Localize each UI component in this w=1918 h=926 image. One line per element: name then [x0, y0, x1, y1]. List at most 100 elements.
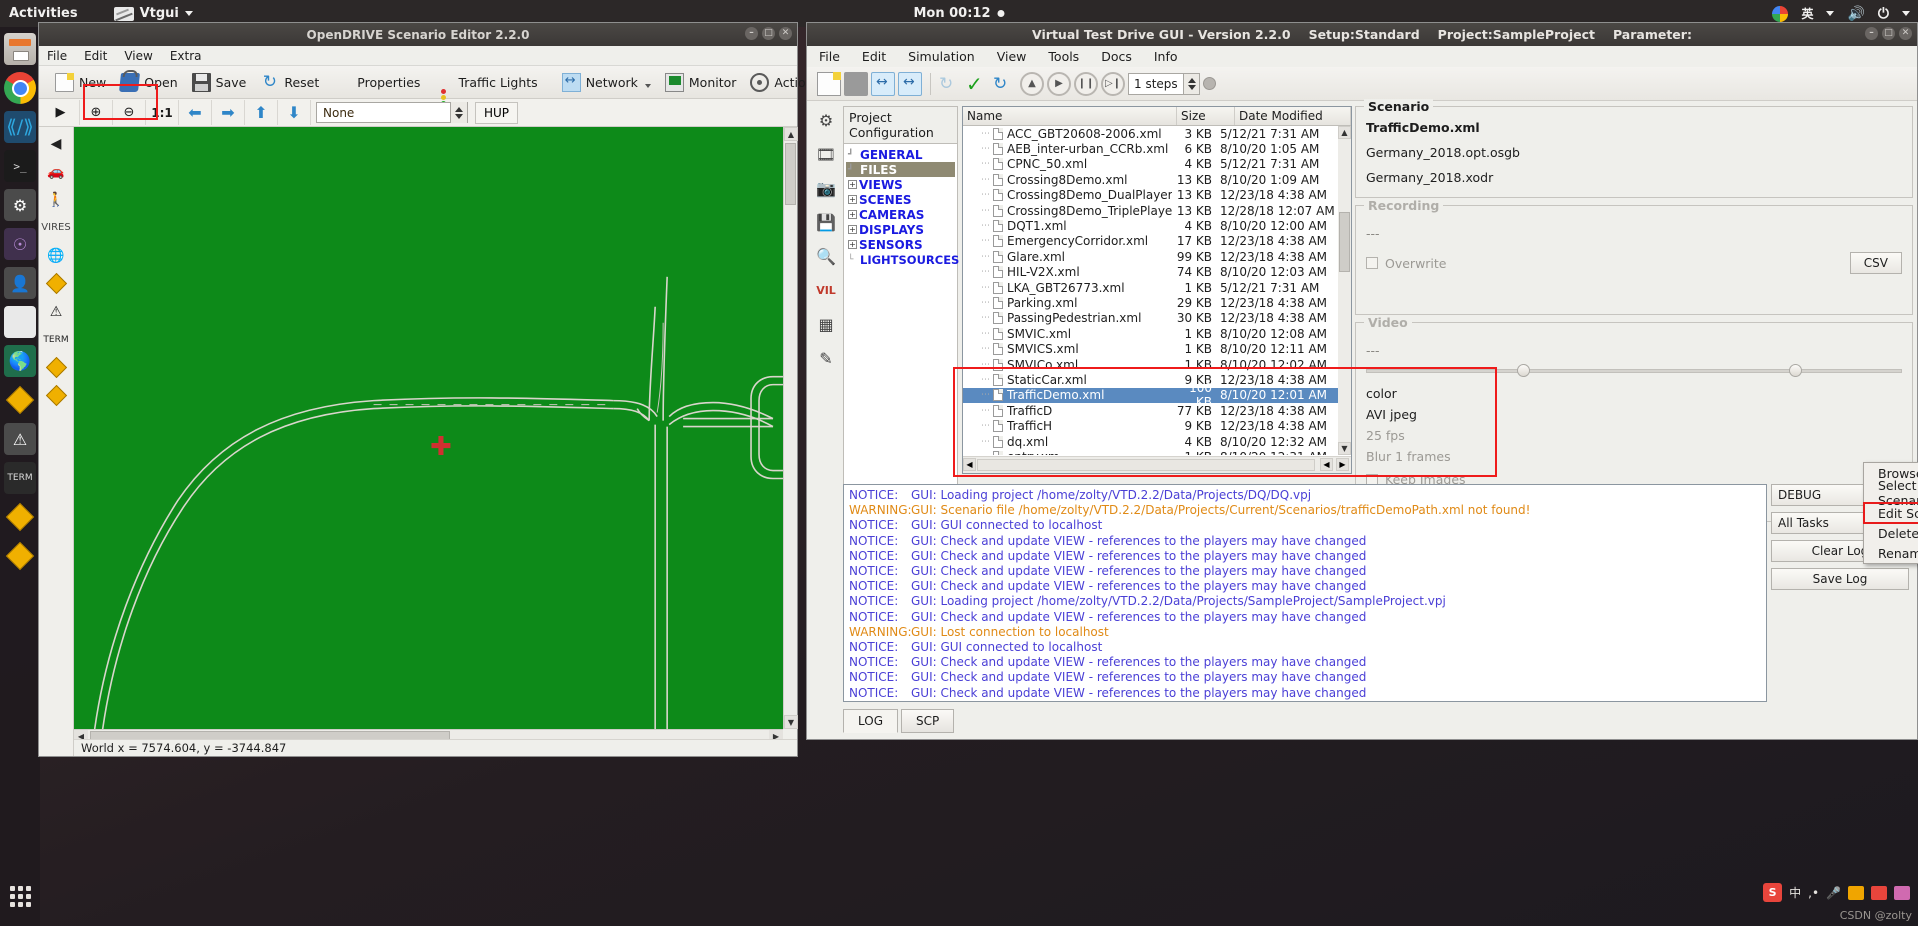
expand-icon[interactable]: + — [848, 180, 857, 189]
editor-menu-extra[interactable]: Extra — [170, 49, 202, 63]
files-vertical-scrollbar[interactable]: ▲ ▼ — [1338, 126, 1351, 455]
table-row[interactable]: ⋯ Crossing8Demo.xml 13 KB 8/10/20 1:09 AM — [963, 172, 1338, 187]
table-row[interactable]: ⋯ ACC_GBT20608-2006.xml 3 KB 5/12/21 7:31 A… — [963, 126, 1338, 141]
app-menu-button[interactable]: Vtgui — [113, 6, 193, 21]
editor-open-button[interactable]: Open — [113, 70, 184, 95]
scroll-thumb-h[interactable] — [977, 459, 1315, 471]
launcher-terminal-icon[interactable]: >_ — [4, 150, 36, 182]
launcher-warning-icon[interactable]: ⚠ — [4, 423, 36, 455]
tab-log[interactable]: LOG — [843, 709, 899, 733]
diamond-tool2-icon[interactable] — [43, 355, 70, 380]
launcher-vires-icon[interactable] — [4, 306, 36, 338]
tree-item-displays[interactable]: + DISPLAYS — [846, 222, 955, 237]
table-row[interactable]: ⋯ AEB_inter-urban_CCRb.xml 6 KB 8/10/20 1:0… — [963, 141, 1338, 156]
scroll-up-arrow-icon[interactable]: ▲ — [1338, 126, 1351, 139]
vil-icon[interactable]: VIL — [812, 276, 840, 304]
context-menu-item-delete[interactable]: Delete — [1864, 523, 1918, 543]
scroll-thumb[interactable] — [1339, 212, 1350, 272]
vires-tool-icon[interactable]: VIRES — [41, 215, 70, 240]
tree-item-lightsources[interactable]: └ LIGHTSOURCES — [846, 252, 959, 267]
zoom-reset-button[interactable]: 1:1 — [146, 100, 179, 125]
vtd-menu-file[interactable]: File — [819, 49, 840, 64]
launcher-show-applications-icon[interactable] — [4, 880, 36, 912]
table-row[interactable]: ⋯ SMVIC.xml 1 KB 8/10/20 12:08 AM — [963, 326, 1338, 341]
vtd-steps-combo[interactable]: 1 steps — [1128, 72, 1200, 95]
volume-icon[interactable]: 🔊 — [1847, 6, 1864, 22]
editor-menu-view[interactable]: View — [124, 49, 152, 63]
scroll-left-arrow-icon[interactable]: ◀ — [963, 458, 976, 471]
save-log-button[interactable]: Save Log — [1771, 568, 1909, 590]
table-row[interactable]: ⋯ CPNC_50.xml 4 KB 5/12/21 7:31 AM — [963, 157, 1338, 172]
recording-overwrite-checkbox[interactable]: Overwrite — [1366, 256, 1447, 271]
ime-mode-label[interactable]: 中 — [1789, 884, 1801, 901]
editor-traffic-lights-button[interactable]: Traffic Lights — [427, 70, 544, 106]
pan-down-button[interactable]: ⬇ — [278, 100, 311, 125]
edit-icon[interactable]: ✎ — [812, 344, 840, 372]
editor-network-button[interactable]: Network — [555, 70, 658, 95]
table-row[interactable]: ⋯ TrafficH 9 KB 12/23/18 4:38 AM — [963, 418, 1338, 433]
launcher-terminal2-icon[interactable]: TERM — [4, 462, 36, 494]
diamond-tool-icon[interactable] — [43, 271, 70, 296]
launcher-diamond-icon[interactable] — [4, 384, 36, 416]
scroll-thumb[interactable] — [785, 143, 796, 205]
launcher-person-icon[interactable]: 👤 — [4, 267, 36, 299]
launcher-vscode-icon[interactable]: ⟪/⟫ — [4, 111, 36, 143]
gear-icon[interactable]: ⚙ — [812, 106, 840, 134]
chevron-down-icon[interactable] — [644, 83, 651, 88]
launcher-settings-icon[interactable]: ⚙ — [4, 189, 36, 221]
vtd-menu-simulation[interactable]: Simulation — [908, 49, 975, 64]
expand-icon[interactable]: + — [848, 225, 857, 234]
launcher-diamond3-icon[interactable] — [4, 540, 36, 572]
tree-item-sensors[interactable]: + SENSORS — [846, 237, 955, 252]
editor-reset-button[interactable]: ↻ Reset — [253, 70, 326, 95]
vtd-play-button[interactable]: ▶ — [1047, 71, 1071, 96]
table-row[interactable]: ⋯ SMVICo.xml 1 KB 8/10/20 12:02 AM — [963, 357, 1338, 372]
grid-icon[interactable]: ▦ — [812, 310, 840, 338]
vtd-menu-view[interactable]: View — [997, 49, 1027, 64]
maximize-icon[interactable]: □ — [1882, 27, 1895, 40]
spinner-arrows-icon[interactable] — [1183, 72, 1200, 95]
close-icon[interactable]: ✕ — [779, 27, 792, 40]
table-row[interactable]: ⋯ EmergencyCorridor.xml 17 KB 12/23/18 4:38… — [963, 234, 1338, 249]
scroll-up-arrow-icon[interactable]: ▲ — [784, 127, 798, 141]
editor-monitor-button[interactable]: Monitor — [658, 70, 744, 95]
context-menu-item-select-scenario[interactable]: Select Scenario — [1864, 478, 1918, 508]
tree-item-scenes[interactable]: + SCENES — [846, 192, 955, 207]
select-tool-icon[interactable]: ◀ — [43, 131, 70, 156]
launcher-globe-icon[interactable]: 🌎 — [4, 345, 36, 377]
vtd-init-button[interactable]: ▲ — [1020, 71, 1044, 96]
pedestrian-tool-icon[interactable]: 🚶 — [43, 187, 70, 212]
launcher-files-icon[interactable] — [4, 33, 36, 65]
slider-knob-left[interactable] — [1516, 364, 1530, 377]
input-language-label[interactable]: 英 — [1801, 5, 1813, 22]
files-col-size[interactable]: Size — [1177, 107, 1235, 125]
video-slider[interactable] — [1366, 364, 1902, 377]
vtd-menu-info[interactable]: Info — [1154, 49, 1178, 64]
zoom-out-button[interactable]: ⊖ — [113, 100, 146, 125]
table-row[interactable]: ⋯ StaticCar.xml 9 KB 12/23/18 4:38 AM — [963, 372, 1338, 387]
launcher-diamond2-icon[interactable] — [4, 501, 36, 533]
camera-icon[interactable]: 📷 — [812, 174, 840, 202]
spinner-arrows-icon[interactable] — [450, 102, 467, 123]
chrome-tray-icon[interactable] — [1772, 5, 1789, 22]
maximize-icon[interactable]: □ — [762, 27, 775, 40]
vtd-menu-tools[interactable]: Tools — [1048, 49, 1079, 64]
editor-menu-edit[interactable]: Edit — [84, 49, 107, 63]
context-menu-item-rename[interactable]: Rename — [1864, 543, 1918, 563]
scroll-down-arrow-icon[interactable]: ▼ — [784, 715, 798, 729]
ime-tool2-icon[interactable] — [1871, 885, 1887, 900]
table-row[interactable]: ⋯ DQT1.xml 4 KB 8/10/20 12:00 AM — [963, 218, 1338, 233]
table-row[interactable]: ⋯ Glare.xml 99 KB 12/23/18 4:38 AM — [963, 249, 1338, 264]
vtd-open-project-icon[interactable] — [844, 71, 868, 96]
editor-properties-button[interactable]: Properties — [326, 70, 427, 95]
ime-tool1-icon[interactable] — [1848, 885, 1864, 900]
tree-item-cameras[interactable]: + CAMERAS — [846, 207, 955, 222]
video-codec-field[interactable]: AVI jpeg — [1366, 404, 1902, 425]
tree-item-views[interactable]: + VIEWS — [846, 177, 955, 192]
clock[interactable]: Mon 00:12 — [913, 6, 1005, 21]
launcher-chrome-icon[interactable] — [4, 72, 36, 104]
expand-icon[interactable]: + — [848, 210, 857, 219]
video-color-field[interactable]: color — [1366, 383, 1902, 404]
table-row[interactable]: ⋯ Crossing8Demo_DualPlayer.xml 13 KB 12/23/… — [963, 188, 1338, 203]
video-fps-field[interactable]: 25 fps — [1366, 425, 1902, 446]
